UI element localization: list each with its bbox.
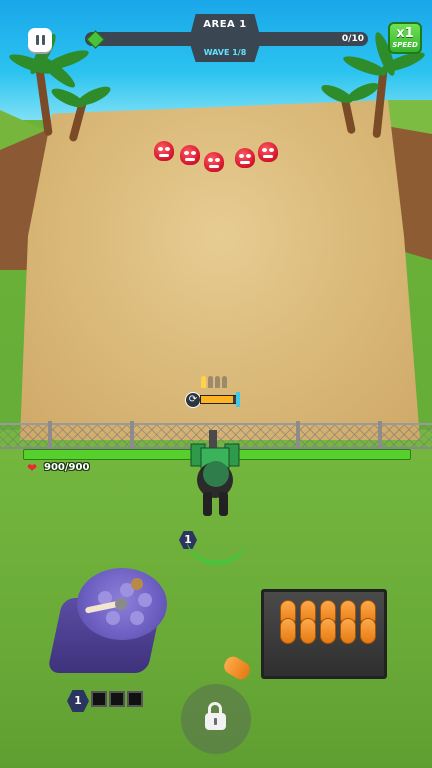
ammo-barrel [340,618,356,644]
turret-upgrade-slots [91,691,143,707]
red-blob-enemy [154,141,174,161]
reload-icon: ⟳ [185,392,201,408]
upgrade-slot [127,691,143,707]
fence-post [48,421,52,447]
red-blob-enemy [258,142,278,162]
ammo-barrel [360,618,376,644]
turret-station[interactable] [47,568,175,678]
area-title: AREA 1 [190,14,260,36]
speed-multiplier: x1 [396,26,414,41]
heart-icon: ❤ [27,461,38,475]
red-blob-enemy [235,148,255,168]
area-progress-count: 0/10 [341,34,364,44]
reload-bar-fill [201,396,233,403]
pause-button[interactable] [28,28,52,52]
speed-label: SPEED [392,41,418,49]
speed-button[interactable]: x1 SPEED [388,22,422,54]
player-soldier [190,430,240,516]
ammo-barrel [300,618,316,644]
red-blob-enemy [180,145,200,165]
wave-label: WAVE 1/8 [190,44,260,62]
ammo-crate[interactable] [261,589,387,679]
reload-bar-cap [236,392,240,407]
ammo-indicator [201,376,227,390]
fence-post [378,421,382,447]
fence-post [296,421,300,447]
upgrade-slot [91,691,107,707]
pause-icon [35,35,39,45]
ammo-barrel [280,618,296,644]
bullet-icon [215,376,220,388]
ammo-barrel [320,618,336,644]
bullet-icon [208,376,213,388]
upgrade-slot [109,691,125,707]
bullet-icon [201,376,206,388]
barrier-health-text: 900/900 [44,462,90,473]
revolver-cylinder-icon [85,578,152,625]
red-blob-enemy [204,152,224,172]
game-scene: 0/10 AREA 1 WAVE 1/8 x1 SPEED ⟳ ❤ 900/90… [0,0,432,768]
bullet-icon [222,376,227,388]
fence-post [130,421,134,447]
